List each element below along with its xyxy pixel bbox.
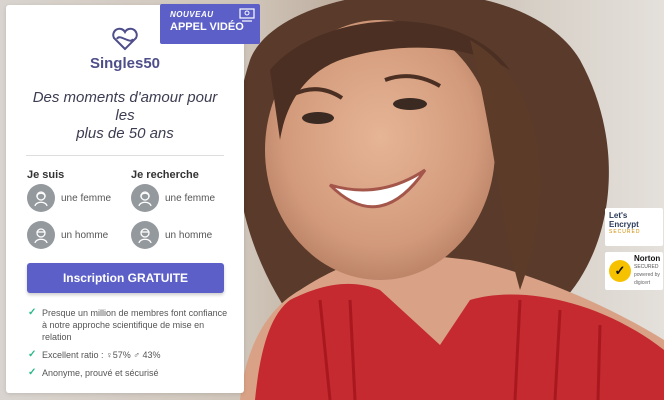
divider [26,155,224,156]
brand-name: Singles50 [89,55,161,72]
tagline: Des moments d'amour pour les plus de 50 … [20,89,230,143]
i-am-label: Je suis [27,169,65,181]
signup-card: Singles50 Des moments d'amour pour les p… [6,5,244,393]
woman-avatar-icon [27,184,55,212]
option-label: une femme [165,192,216,204]
i-am-man-option[interactable]: un homme [27,220,108,250]
option-label: un homme [61,229,109,241]
norton-seal: ✓ Norton SECURED powered by digicert [605,252,663,290]
list-item: ✓ Excellent ratio : ♀57% ♂ 43% [28,349,234,361]
seal-text: Let's [609,211,628,220]
letsencrypt-seal: Let's Encrypt SECURED [605,208,663,246]
seal-text: Encrypt [609,220,639,229]
list-item: ✓ Presque un million de membres font con… [28,307,234,343]
seal-text: powered by digicert [634,272,660,286]
option-label: une femme [61,192,112,204]
benefits-list: ✓ Presque un million de membres font con… [28,307,234,385]
benefit-text: Anonyme, prouvé et sécurisé [42,368,159,378]
man-avatar-icon [131,221,159,249]
benefit-text: Excellent ratio : ♀57% ♂ 43% [42,350,161,360]
i-am-woman-option[interactable]: une femme [27,183,111,213]
benefit-text: Presque un million de membres font confi… [42,308,228,342]
infinity-heart-icon [112,27,138,51]
option-label: un homme [165,229,213,241]
tagline-line-3: plus de 50 ans [76,125,174,142]
video-call-badge[interactable]: NOUVEAU APPEL VIDÉO [160,4,260,44]
check-icon: ✓ [28,307,37,318]
check-icon: ✓ [28,367,37,378]
signup-free-button[interactable]: Inscription GRATUITE [27,263,224,293]
list-item: ✓ Anonyme, prouvé et sécurisé [28,367,234,379]
seal-text: SECURED [634,264,659,270]
man-avatar-icon [27,221,55,249]
woman-avatar-icon [131,184,159,212]
seal-text: SECURED [609,229,641,235]
seeking-label: Je recherche [131,169,199,181]
video-call-icon [239,8,255,22]
tagline-line-1: Des moments d'amour pour [32,89,218,106]
check-icon: ✓ [28,349,37,360]
badge-title: APPEL VIDÉO [170,21,244,33]
norton-check-icon: ✓ [609,260,631,282]
seeking-man-option[interactable]: un homme [131,220,212,250]
seeking-woman-option[interactable]: une femme [131,183,215,213]
seal-text: Norton [634,254,661,263]
tagline-line-2: les [115,107,135,124]
